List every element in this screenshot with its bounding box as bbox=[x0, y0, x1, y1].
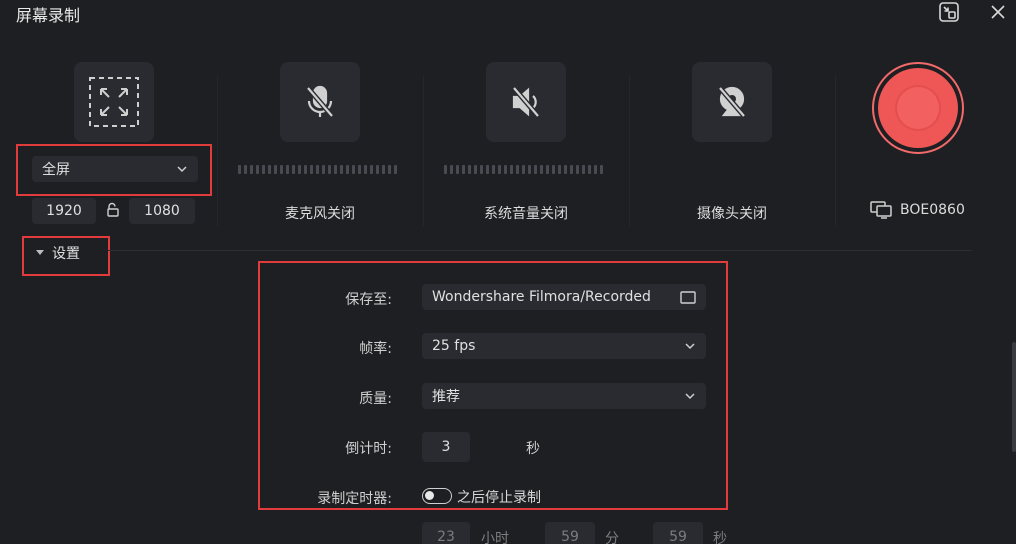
timer-hours-input[interactable]: 23 bbox=[422, 522, 470, 544]
scrollbar[interactable] bbox=[1012, 342, 1016, 452]
quality-value: 推荐 bbox=[432, 389, 460, 405]
microphone-label: 麦克风关闭 bbox=[285, 206, 355, 222]
system-audio-level-meter bbox=[444, 164, 603, 174]
monitor-label: BOE0860 bbox=[900, 202, 965, 218]
separator bbox=[217, 76, 218, 226]
mic-level-meter bbox=[238, 164, 397, 174]
system-audio-label: 系统音量关闭 bbox=[484, 206, 568, 222]
height-input[interactable]: 1080 bbox=[129, 198, 195, 224]
fullscreen-area-tile[interactable] bbox=[74, 62, 154, 142]
settings-header-label: 设置 bbox=[52, 246, 80, 262]
close-icon bbox=[991, 5, 1005, 19]
monitor-icon bbox=[870, 201, 892, 219]
countdown-input[interactable]: 3 bbox=[422, 432, 470, 462]
microphone-off-icon bbox=[306, 85, 334, 118]
monitor-selector[interactable]: BOE0860 bbox=[870, 201, 965, 219]
aspect-lock-button[interactable] bbox=[105, 202, 121, 222]
save-path-field[interactable]: Wondershare Filmora/Recorded bbox=[422, 284, 706, 310]
record-icon bbox=[895, 85, 941, 131]
window-title: 屏幕录制 bbox=[16, 6, 81, 25]
countdown-label: 倒计时: bbox=[345, 441, 392, 457]
framerate-select[interactable]: 25 fps bbox=[422, 333, 706, 359]
timer-hours-unit: 小时 bbox=[481, 531, 509, 544]
system-audio-tile[interactable] bbox=[486, 62, 566, 142]
fullscreen-icon bbox=[89, 77, 139, 127]
chevron-down-icon bbox=[685, 343, 695, 350]
camera-off-icon bbox=[718, 86, 746, 118]
framerate-value: 25 fps bbox=[432, 338, 476, 354]
quality-select[interactable]: 推荐 bbox=[422, 383, 706, 409]
save-path-value: Wondershare Filmora/Recorded bbox=[432, 289, 651, 305]
countdown-unit: 秒 bbox=[526, 441, 540, 457]
capture-mode-select[interactable]: 全屏 bbox=[32, 156, 198, 182]
picture-in-picture-icon bbox=[939, 2, 959, 22]
chevron-down-icon bbox=[177, 166, 187, 173]
pip-button[interactable] bbox=[936, 0, 962, 25]
separator bbox=[629, 76, 630, 226]
timer-toggle-text: 之后停止录制 bbox=[457, 490, 541, 506]
camera-tile[interactable] bbox=[692, 62, 772, 142]
timer-seconds-input[interactable]: 59 bbox=[653, 522, 703, 544]
chevron-down-icon bbox=[685, 393, 695, 400]
quality-label: 质量: bbox=[359, 391, 392, 407]
folder-icon bbox=[680, 291, 696, 304]
capture-mode-value: 全屏 bbox=[42, 162, 70, 178]
timer-toggle[interactable] bbox=[422, 488, 452, 504]
record-button[interactable] bbox=[872, 62, 964, 154]
timer-label: 录制定时器: bbox=[317, 491, 392, 507]
settings-toggle[interactable]: 设置 bbox=[36, 243, 80, 263]
separator bbox=[423, 76, 424, 226]
timer-minutes-input[interactable]: 59 bbox=[545, 522, 595, 544]
microphone-tile[interactable] bbox=[280, 62, 360, 142]
timer-seconds-unit: 秒 bbox=[713, 531, 727, 544]
record-button-ring bbox=[878, 68, 958, 148]
camera-label: 摄像头关闭 bbox=[697, 206, 767, 222]
caret-down-icon bbox=[36, 250, 44, 255]
save-path-label: 保存至: bbox=[345, 292, 392, 308]
separator bbox=[835, 76, 836, 226]
speaker-off-icon bbox=[512, 86, 540, 118]
close-button[interactable] bbox=[985, 0, 1011, 25]
timer-minutes-unit: 分 bbox=[605, 531, 619, 544]
settings-divider bbox=[108, 250, 972, 251]
framerate-label: 帧率: bbox=[359, 341, 392, 357]
lock-icon bbox=[107, 202, 119, 217]
width-input[interactable]: 1920 bbox=[32, 198, 96, 224]
